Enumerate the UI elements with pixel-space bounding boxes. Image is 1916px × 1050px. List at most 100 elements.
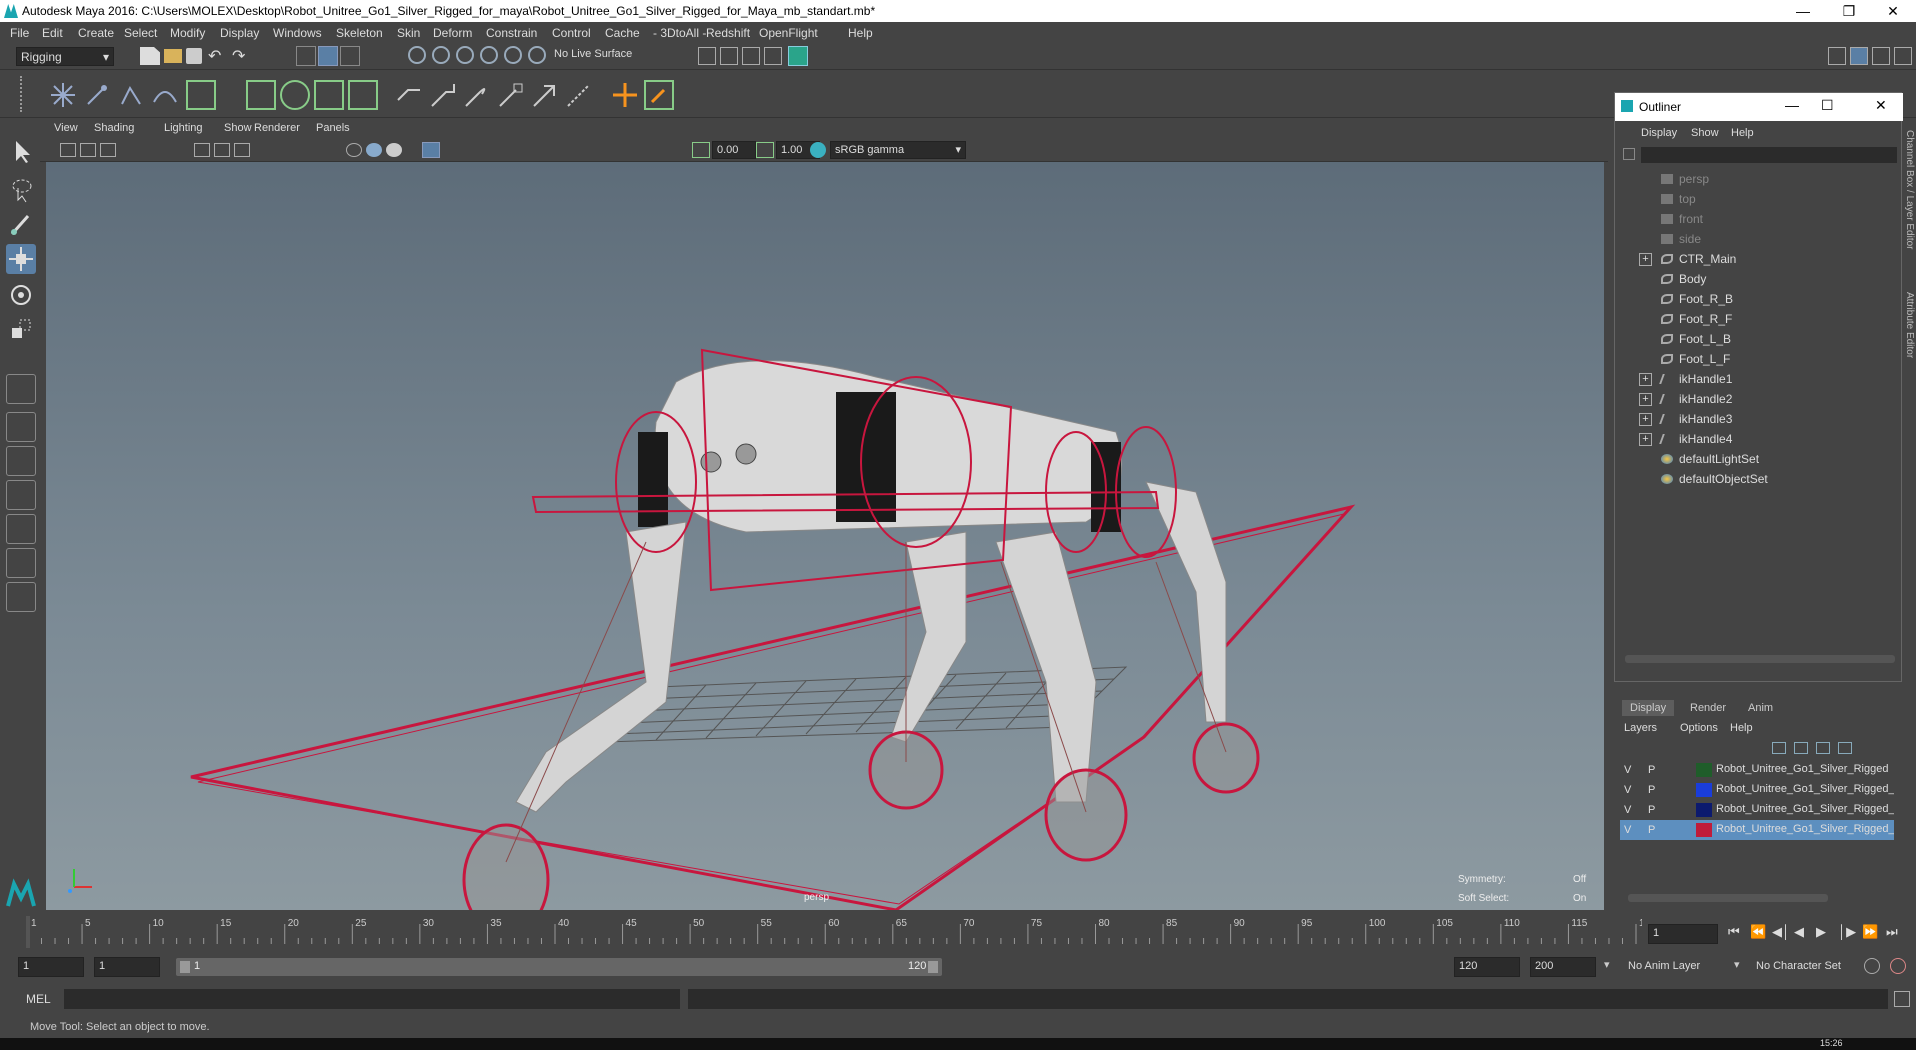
layer-playback-toggle[interactable]: P: [1648, 764, 1655, 776]
menu-deform[interactable]: Deform: [433, 26, 472, 40]
render-frame-icon[interactable]: [720, 47, 738, 65]
viewport-menu-renderer[interactable]: Renderer: [254, 122, 300, 134]
menu-windows[interactable]: Windows: [273, 26, 322, 40]
menu-create[interactable]: Create: [78, 26, 114, 40]
textured-icon[interactable]: [386, 143, 402, 157]
menu-select[interactable]: Select: [124, 26, 157, 40]
go-to-end-icon[interactable]: ⏭: [1886, 924, 1898, 940]
select-tool-icon[interactable]: [6, 136, 36, 166]
exposure-icon[interactable]: [692, 142, 710, 158]
menu-skin[interactable]: Skin: [397, 26, 420, 40]
lasso-tool-icon[interactable]: [6, 174, 36, 204]
attribute-editor-toggle-icon[interactable]: [1894, 47, 1912, 65]
layer-color-swatch[interactable]: [1696, 763, 1712, 777]
outliner-menu-show[interactable]: Show: [1691, 127, 1719, 139]
current-time-indicator[interactable]: [26, 916, 30, 948]
save-icon[interactable]: [186, 48, 202, 64]
step-back-key-icon[interactable]: ⏪: [1750, 924, 1766, 940]
gamma-icon[interactable]: [756, 142, 774, 158]
filter-icon[interactable]: [1623, 148, 1635, 160]
snap-curve-icon[interactable]: [432, 46, 450, 64]
snap-point-icon[interactable]: [456, 46, 474, 64]
exposure-field[interactable]: 0.00: [712, 141, 756, 159]
aim-constraint-icon[interactable]: [428, 80, 458, 110]
xray-joints-icon[interactable]: [422, 142, 440, 158]
live-surface-label[interactable]: No Live Surface: [554, 48, 632, 60]
snap-view-plane-icon[interactable]: [480, 46, 498, 64]
layer-menu-options[interactable]: Options: [1680, 722, 1718, 734]
bookmark-icon[interactable]: [100, 143, 116, 157]
render-settings-icon[interactable]: [764, 47, 782, 65]
workspace-layout-icon[interactable]: [1828, 47, 1846, 65]
four-view-layout-icon[interactable]: [6, 412, 36, 442]
orient-constraint-icon[interactable]: [462, 80, 492, 110]
outliner-item-ikhandle3[interactable]: + ikHandle3: [1615, 409, 1885, 429]
move-layer-up-icon[interactable]: [1772, 742, 1786, 754]
expand-icon[interactable]: +: [1639, 253, 1652, 266]
outliner-item-ctr-main[interactable]: + CTR_Main: [1615, 249, 1885, 269]
layer-menu-layers[interactable]: Layers: [1624, 722, 1657, 734]
snap-project-icon[interactable]: [528, 46, 546, 64]
perspective-viewport[interactable]: persp Symmetry: Off Soft Select: On: [46, 162, 1604, 910]
close-button[interactable]: ✕: [1870, 0, 1916, 22]
menu-cache[interactable]: Cache: [605, 26, 640, 40]
outliner-item-ikhandle1[interactable]: + ikHandle1: [1615, 369, 1885, 389]
parent-constraint-icon[interactable]: [530, 80, 560, 110]
go-to-start-icon[interactable]: ⏮: [1728, 924, 1740, 940]
step-forward-key-icon[interactable]: ⏩: [1862, 924, 1878, 940]
film-gate-icon[interactable]: [214, 143, 230, 157]
expand-icon[interactable]: +: [1639, 373, 1652, 386]
menu-3dtoall[interactable]: - 3DtoAll -: [653, 26, 706, 40]
layer-row[interactable]: V P Robot_Unitree_Go1_Silver_Rigged: [1620, 760, 1894, 780]
time-slider[interactable]: 1 5 10 15 20 25 30 35 40 45 50 55 60 65 70 75 80 85 90 95 10…: [20, 916, 1656, 948]
expand-icon[interactable]: +: [1639, 393, 1652, 406]
color-space-dropdown[interactable]: sRGB gamma ▾: [830, 141, 966, 159]
viewport-menu-show[interactable]: Show: [224, 122, 252, 134]
chevron-down-icon[interactable]: ▾: [1734, 958, 1740, 971]
menu-modify[interactable]: Modify: [170, 26, 205, 40]
menu-openflight[interactable]: OpenFlight: [759, 26, 818, 40]
expand-icon[interactable]: +: [1639, 433, 1652, 446]
range-end-handle[interactable]: [928, 961, 938, 973]
channel-box-toggle-icon[interactable]: [1872, 47, 1890, 65]
minimize-icon[interactable]: —: [1785, 97, 1799, 113]
menu-constrain[interactable]: Constrain: [486, 26, 537, 40]
layer-playback-toggle[interactable]: P: [1648, 784, 1655, 796]
insert-joint-icon[interactable]: [82, 80, 112, 110]
menu-skeleton[interactable]: Skeleton: [336, 26, 383, 40]
layer-color-swatch[interactable]: [1696, 803, 1712, 817]
layer-visibility-toggle[interactable]: V: [1624, 824, 1631, 836]
select-component-icon[interactable]: [340, 46, 360, 66]
layer-row[interactable]: V P Robot_Unitree_Go1_Silver_Rigged_: [1620, 820, 1894, 840]
point-constraint-icon[interactable]: [394, 80, 424, 110]
menu-set-dropdown[interactable]: Rigging ▾: [16, 47, 114, 66]
menu-display[interactable]: Display: [220, 26, 259, 40]
expand-icon[interactable]: +: [1639, 413, 1652, 426]
range-start-handle[interactable]: [180, 961, 190, 973]
channel-box-tab[interactable]: Channel Box / Layer Editor: [1904, 130, 1915, 250]
menu-edit[interactable]: Edit: [42, 26, 63, 40]
outliner-item-foot-r-b[interactable]: Foot_R_B: [1615, 289, 1885, 309]
uv-layout-icon[interactable]: [6, 548, 36, 578]
layer-h-scrollbar[interactable]: [1628, 894, 1828, 902]
ik-spline-icon[interactable]: [150, 80, 180, 110]
scale-tool-icon[interactable]: [6, 314, 36, 344]
select-hierarchy-icon[interactable]: [296, 46, 316, 66]
resolution-gate-icon[interactable]: [234, 143, 250, 157]
layer-row[interactable]: V P Robot_Unitree_Go1_Silver_Rigged_: [1620, 780, 1894, 800]
layer-visibility-toggle[interactable]: V: [1624, 784, 1631, 796]
playback-start-field[interactable]: 1: [94, 957, 160, 977]
outliner-item-foot-r-f[interactable]: Foot_R_F: [1615, 309, 1885, 329]
outliner-item-top[interactable]: top: [1615, 189, 1885, 209]
playback-end-field[interactable]: 120: [1454, 957, 1520, 977]
layer-tab-anim[interactable]: Anim: [1740, 700, 1781, 716]
layer-menu-help[interactable]: Help: [1730, 722, 1753, 734]
blendshape-icon[interactable]: [348, 80, 378, 110]
outliner-item-defaultlightset[interactable]: defaultLightSet: [1615, 449, 1885, 469]
color-management-icon[interactable]: [810, 142, 826, 158]
maximize-icon[interactable]: ☐: [1821, 97, 1834, 114]
grid-toggle-icon[interactable]: [194, 143, 210, 157]
select-object-icon[interactable]: [318, 46, 338, 66]
render-view-icon[interactable]: [698, 47, 716, 65]
outliner-item-persp[interactable]: persp: [1615, 169, 1885, 189]
